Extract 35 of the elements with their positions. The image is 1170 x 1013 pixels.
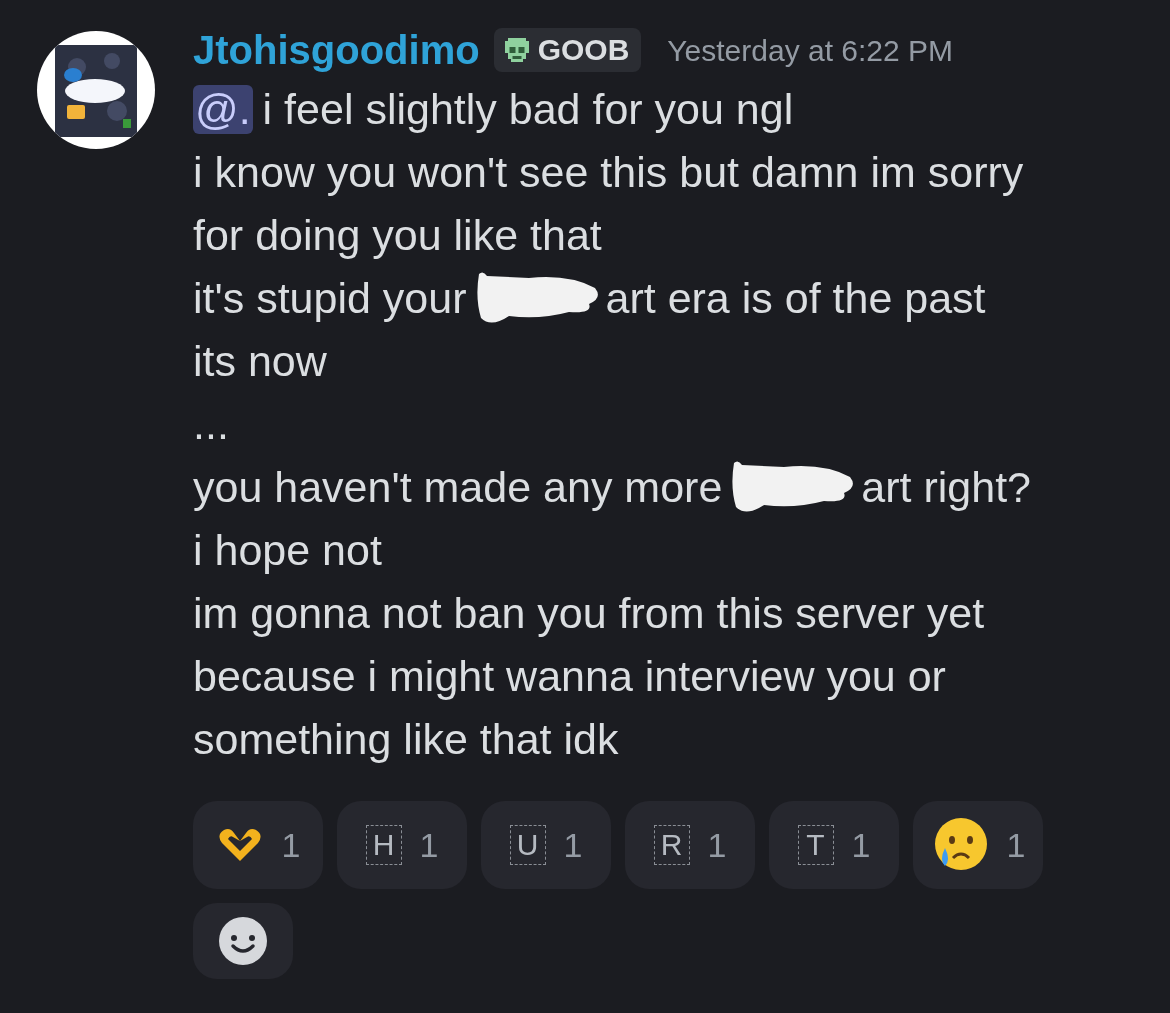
reaction-count: 1 [419,824,439,866]
add-reaction-button[interactable] [193,903,293,979]
message-text: i know you won't see this but damn im sorry [193,147,1024,198]
message-text: you haven't made any more [193,462,723,513]
username[interactable]: Jtohisgoodimo [193,30,480,70]
timestamp: Yesterday at 6:22 PM [667,32,954,69]
message-text: something like that idk [193,714,619,765]
reaction[interactable]: H 1 [337,801,467,889]
reaction[interactable]: T 1 [769,801,899,889]
reaction-count: 1 [281,824,301,866]
reaction[interactable]: R 1 [625,801,755,889]
reaction-count: 1 [707,824,727,866]
reaction-letter: T [797,825,834,865]
reaction[interactable]: U 1 [481,801,611,889]
message-text: art era is of the past [605,273,986,324]
message-text: i feel slightly bad for you ngl [262,84,794,135]
message-text: for doing you like that [193,210,602,261]
reaction-count: 1 [563,824,583,866]
reaction[interactable]: 1 [193,801,323,889]
reaction-letter: U [509,825,546,865]
message-text: art right? [861,462,1031,513]
reaction-count: 1 [1006,824,1026,866]
message-text: it's stupid your [193,273,467,324]
reaction-count: 1 [851,824,871,866]
reaction[interactable]: 1 [913,801,1043,889]
message-text: ... [193,399,229,450]
reaction-letter: R [653,825,690,865]
smiley-icon [218,916,268,966]
reaction-letter: H [365,825,402,865]
message-text: i hope not [193,525,382,576]
mention[interactable]: @. [193,84,253,135]
message-text: im gonna not ban you from this server yet [193,588,985,639]
message-text: its now [193,336,327,387]
role-tag-label: GOOB [537,32,630,68]
message-text: because i might wanna interview you or [193,651,946,702]
